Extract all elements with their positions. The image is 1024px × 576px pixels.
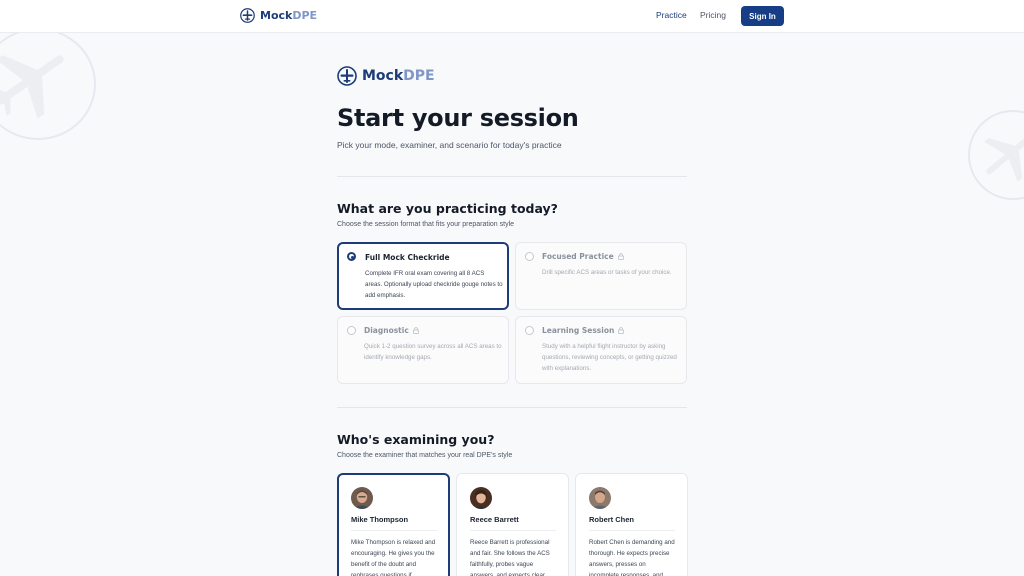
avatar: [589, 487, 611, 509]
mode-card-full-mock-checkride[interactable]: Full Mock Checkride Complete IFR oral ex…: [337, 242, 509, 310]
examiner-description: Reece Barrett is professional and fair. …: [470, 539, 550, 576]
mode-description: Complete IFR oral exam covering all 8 AC…: [365, 270, 503, 299]
mode-title: Diagnostic: [364, 326, 419, 335]
page-logo: Mock DPE: [337, 66, 435, 86]
mode-title-text: Focused Practice: [542, 252, 614, 261]
mode-title: Focused Practice: [542, 252, 624, 261]
format-section-title: What are you practicing today?: [337, 201, 558, 216]
mode-title-text: Full Mock Checkride: [365, 253, 450, 262]
mode-title: Learning Session: [542, 326, 625, 335]
propeller-airplane-icon: [240, 8, 255, 23]
page-subtitle: Pick your mode, examiner, and scenario f…: [337, 140, 562, 150]
background-airplane-icon: [968, 110, 1024, 200]
examiner-name: Robert Chen: [589, 515, 634, 524]
mode-radio[interactable]: [347, 326, 356, 335]
nav-practice-link[interactable]: Practice: [656, 10, 687, 20]
nav-pricing-link[interactable]: Pricing: [700, 10, 726, 20]
examiner-name: Mike Thompson: [351, 515, 409, 524]
top-nav-bar: Mock DPE Practice Pricing Sign In: [0, 0, 1024, 33]
page-logo-dpe: DPE: [403, 68, 435, 84]
examiner-divider: [589, 530, 675, 531]
mode-title: Full Mock Checkride: [365, 253, 450, 262]
format-section-subtitle: Choose the session format that fits your…: [337, 221, 515, 228]
brand-logo[interactable]: Mock DPE: [240, 8, 317, 23]
mode-description: Drill specific ACS areas or tasks of you…: [542, 269, 672, 276]
lock-icon: [412, 327, 419, 334]
mode-radio[interactable]: [525, 252, 534, 261]
page-title: Start your session: [337, 104, 579, 132]
mode-radio[interactable]: [347, 252, 356, 261]
examiner-divider: [351, 530, 437, 531]
examiner-card-reece-barrett[interactable]: Reece Barrett Reece Barrett is professio…: [456, 473, 569, 576]
avatar: [470, 487, 492, 509]
page-logo-mock: Mock: [362, 68, 404, 84]
background-airplane-icon: [0, 28, 96, 140]
examiner-description: Mike Thompson is relaxed and encouraging…: [351, 539, 436, 576]
sign-in-button[interactable]: Sign In: [741, 6, 784, 26]
examiner-description: Robert Chen is demanding and thorough. H…: [589, 539, 675, 576]
mode-title-text: Diagnostic: [364, 326, 409, 335]
mode-description: Study with a helpful flight instructor b…: [542, 343, 677, 372]
section-divider: [337, 407, 687, 408]
lock-icon: [618, 327, 625, 334]
brand-name-mock: Mock: [260, 9, 293, 22]
lock-icon: [617, 253, 624, 260]
examiner-divider: [470, 530, 556, 531]
avatar: [351, 487, 373, 509]
mode-description: Quick 1-2 question survey across all ACS…: [364, 343, 502, 361]
examiner-name: Reece Barrett: [470, 515, 519, 524]
mode-title-text: Learning Session: [542, 326, 615, 335]
section-divider: [337, 176, 687, 177]
brand-name-dpe: DPE: [292, 9, 318, 22]
examiner-section-subtitle: Choose the examiner that matches your re…: [337, 452, 513, 459]
mode-radio[interactable]: [525, 326, 534, 335]
mode-card-diagnostic[interactable]: Diagnostic Quick 1-2 question survey acr…: [337, 316, 509, 384]
examiner-section-title: Who's examining you?: [337, 432, 495, 447]
examiner-card-robert-chen[interactable]: Robert Chen Robert Chen is demanding and…: [575, 473, 688, 576]
examiner-card-mike-thompson[interactable]: Mike Thompson Mike Thompson is relaxed a…: [337, 473, 450, 576]
mode-card-learning-session[interactable]: Learning Session Study with a helpful fl…: [515, 316, 687, 384]
mode-card-focused-practice[interactable]: Focused Practice Drill specific ACS area…: [515, 242, 687, 310]
propeller-airplane-icon: [337, 66, 357, 86]
